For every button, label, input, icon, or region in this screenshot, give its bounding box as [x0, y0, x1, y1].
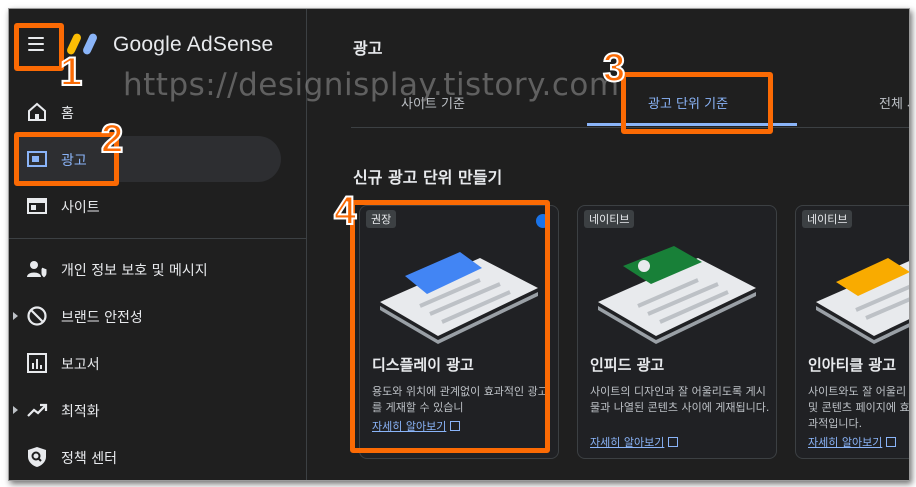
infeed-ad-illustration-icon — [598, 246, 756, 344]
native-badge: 네이티브 — [584, 210, 635, 228]
step-number-2: 2 — [100, 117, 124, 161]
card-description: 사이트와도 잘 어울리 및 콘텐츠 페이지에 효과적입니다. — [808, 385, 910, 430]
ad-card-infeed[interactable]: 네이티브 인피드 광고 사이트의 디자인과 잘 어울리도록 게시물과 나열된 콘… — [577, 205, 777, 459]
sidebar-divider — [9, 238, 306, 239]
sidebar-item-brand-safety[interactable]: 브랜드 안전성 — [9, 293, 306, 339]
in-article-ad-illustration-icon — [816, 258, 909, 344]
sites-icon — [27, 198, 47, 214]
ad-card-in-article[interactable]: 네이티브 인아티클 광고 사이트와도 잘 어울리 및 콘텐츠 페이지에 효과적입… — [795, 205, 910, 459]
native-badge: 네이티브 — [802, 210, 853, 228]
expand-caret-icon[interactable] — [13, 312, 18, 320]
sidebar-item-label: 개인 정보 보호 및 메시지 — [61, 263, 208, 279]
reports-icon — [27, 353, 47, 373]
watermark-text: https://designisplay.tistory.com — [123, 67, 620, 103]
sidebar-item-label: 최적화 — [61, 404, 100, 420]
step-number-4: 4 — [333, 189, 357, 233]
tab-overall[interactable]: 전체 사 — [879, 93, 909, 112]
sidebar-item-label: 브랜드 안전성 — [61, 310, 143, 326]
app-logo-text: Google AdSense — [113, 33, 274, 56]
sidebar-item-label: 홈 — [61, 106, 74, 122]
home-icon — [28, 102, 46, 121]
sidebar-item-label: 정책 센터 — [61, 451, 117, 467]
privacy-icon — [27, 261, 48, 279]
sidebar-item-label: 사이트 — [61, 200, 100, 216]
policy-icon — [28, 447, 46, 467]
external-link-icon — [886, 437, 897, 447]
sidebar-item-policy-center[interactable]: 정책 센터 — [9, 434, 306, 480]
link-text: 자세히 알아보기 — [590, 436, 665, 449]
highlight-box-1 — [14, 23, 64, 71]
section-title: 신규 광고 단위 만들기 — [353, 168, 503, 187]
sidebar-item-label: 보고서 — [61, 357, 100, 373]
card-title: 인아티클 광고 — [808, 356, 897, 374]
trending-up-icon — [27, 403, 48, 417]
expand-caret-icon[interactable] — [13, 406, 18, 414]
sidebar-item-privacy[interactable]: 개인 정보 보호 및 메시지 — [9, 246, 306, 292]
step-number-1: 1 — [59, 50, 83, 94]
learn-more-link[interactable]: 자세히 알아보기 — [808, 434, 897, 450]
block-icon — [27, 306, 47, 326]
highlight-box-4 — [350, 200, 550, 453]
link-text: 자세히 알아보기 — [808, 436, 883, 449]
sidebar-item-reports[interactable]: 보고서 — [9, 340, 306, 386]
card-title: 인피드 광고 — [590, 356, 665, 374]
card-description: 사이트의 디자인과 잘 어울리도록 게시물과 나열된 콘텐츠 사이에 게재됩니다… — [590, 385, 770, 414]
step-number-3: 3 — [602, 46, 626, 90]
sidebar-item-sites[interactable]: 사이트 — [9, 183, 306, 229]
learn-more-link[interactable]: 자세히 알아보기 — [590, 434, 679, 450]
sidebar-item-optimization[interactable]: 최적화 — [9, 387, 306, 433]
page-title: 광고 — [353, 39, 383, 58]
external-link-icon — [668, 437, 679, 447]
highlight-box-3 — [621, 72, 773, 134]
